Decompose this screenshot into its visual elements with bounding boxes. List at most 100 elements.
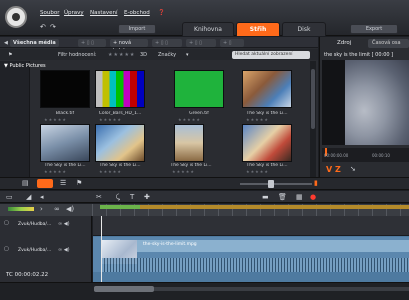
thumb-label: Color_Bars_HD_1... (98, 111, 142, 116)
thumb-green[interactable] (174, 70, 224, 108)
preview-border (322, 60, 345, 145)
unrendered-range (140, 205, 409, 209)
redo-icon[interactable]: ↷ (50, 23, 56, 31)
thumb-label: The Sky is the Li... (246, 163, 288, 168)
magnet-icon[interactable]: ◢ (26, 193, 31, 201)
master-volume-meter[interactable] (8, 207, 34, 211)
clip-label: the-sky-is-the-limit.mpg (143, 242, 197, 247)
track-1-name[interactable]: Zvuk/Hudba/... (18, 222, 51, 227)
search-input[interactable]: Hledat aktuální zobrazení (232, 51, 310, 59)
nav-label: Public Pictures (9, 63, 46, 69)
razor-icon[interactable]: ⤹ (116, 193, 120, 202)
view-mode-button[interactable] (37, 179, 53, 188)
timeline-scroll-thumb[interactable] (94, 286, 154, 292)
library-tab-1[interactable]: + ▯ ▯ (78, 39, 106, 47)
folder-icon[interactable]: ▤ (22, 179, 29, 187)
menu-edit[interactable]: Úpravy (64, 10, 84, 16)
player-timecode-start: 00:00:00.00 (324, 153, 349, 158)
rating-stars[interactable]: ★★★★★ (44, 169, 67, 174)
record-icon[interactable]: ▦ (296, 193, 303, 201)
thumb-label: The Sky is the Li... (170, 163, 212, 168)
storyboard-icon[interactable]: ▬ (262, 193, 269, 201)
filter-3d[interactable]: 3D (140, 52, 147, 58)
library-nav (0, 61, 30, 177)
rating-stars[interactable]: ★★★★★ (246, 169, 269, 174)
app-logo-icon (5, 6, 27, 28)
library-tab-4[interactable]: + ▯ (220, 39, 244, 47)
delete-icon[interactable]: 🗑 (278, 193, 287, 201)
rating-filter[interactable]: ★★★★★ (108, 52, 135, 58)
rating-stars[interactable]: ★★★★★ (246, 117, 269, 122)
track-lock-icon[interactable]: ▢ (4, 220, 9, 226)
rating-stars[interactable]: ★★★★★ (172, 169, 195, 174)
funnel-icon[interactable]: ⚑ (8, 52, 12, 58)
library-tab-collection[interactable]: + nová kolekce (110, 39, 148, 54)
rating-stars[interactable]: ★★★★★ (99, 117, 122, 122)
speaker-icon[interactable]: ◀) (66, 205, 74, 213)
add-icon[interactable]: ✚ (144, 193, 150, 201)
help-icon[interactable]: ❓ (158, 10, 165, 16)
thumb-label: Green.tif (189, 111, 209, 116)
chevron-down-icon[interactable]: ▾ (186, 52, 189, 58)
thumb-black[interactable] (40, 70, 90, 108)
thumb-sky-4[interactable] (174, 124, 204, 162)
tab-library[interactable]: Knihovna (182, 22, 234, 36)
thumb-label: The Sky is the Li... (246, 111, 288, 116)
thumb-sky-1[interactable] (242, 70, 292, 108)
chevron-right-icon[interactable]: › (40, 205, 43, 213)
library-scrollbar[interactable] (310, 61, 316, 177)
filter-label: Filtr hodnocení: (58, 52, 97, 58)
list-view-icon[interactable]: ☰ (60, 179, 66, 187)
title-icon[interactable]: T (130, 193, 134, 201)
video-preview[interactable] (345, 60, 409, 145)
timeline-toolbar (0, 191, 409, 203)
timeline-footer (0, 282, 409, 300)
library-tab-2[interactable]: + ▯ ▯ (152, 39, 182, 47)
track-1-visibility-icon[interactable]: ∞ ◀) (58, 221, 70, 227)
rating-stars[interactable]: ★★★★★ (44, 117, 67, 122)
rendered-range (100, 205, 140, 209)
tab-edit[interactable]: Střih (236, 22, 280, 36)
undo-icon[interactable]: ↶ (40, 23, 46, 31)
tag-icon[interactable]: ⚑ (76, 179, 82, 187)
voiceover-icon[interactable]: ● (310, 193, 316, 201)
playhead-icon[interactable]: ▮ (314, 179, 318, 187)
menu-shop[interactable]: E-obchod (124, 10, 150, 16)
track-lock-icon[interactable]: ▢ (4, 246, 9, 252)
library-tab-all[interactable]: Všechna média (10, 39, 59, 47)
menu-settings[interactable]: Nastavení (90, 10, 118, 16)
clip-title: the sky is the limit [ 00:00 ] (324, 52, 394, 58)
thumb-sky-3[interactable] (95, 124, 145, 162)
audio-waveform[interactable] (101, 258, 409, 272)
link-icon[interactable]: ◂ (40, 193, 44, 201)
thumb-sky-5[interactable] (242, 124, 292, 162)
export-button[interactable]: Export (350, 24, 398, 34)
track-1[interactable] (93, 216, 409, 236)
arrow-icon[interactable]: ➘ (350, 165, 356, 173)
rating-stars[interactable]: ★★★★★ (178, 117, 201, 122)
nav-folder-public-pictures[interactable]: ▼ Public Pictures (4, 63, 46, 69)
rating-stars[interactable]: ★★★★★ (99, 169, 122, 174)
track-2-name[interactable]: Zvuk/Hudba/... (18, 248, 51, 253)
collapse-icon[interactable]: ◀ (4, 40, 8, 46)
import-button[interactable]: Import (118, 24, 156, 34)
thumb-label: Black.tif (55, 111, 75, 116)
source-button[interactable]: Zdroj (337, 40, 351, 46)
timeline-preview-button[interactable]: Časová osa (368, 39, 409, 48)
timeline-settings-icon[interactable]: ▭ (6, 193, 13, 201)
thumbnail-size-knob[interactable] (268, 180, 274, 188)
thumb-color-bars[interactable] (95, 70, 145, 108)
in-out-marks[interactable]: V Z (326, 165, 341, 174)
split-icon[interactable]: ✂ (96, 193, 102, 201)
thumb-label: The Sky is the Li... (99, 163, 141, 168)
track-2-visibility-icon[interactable]: ∞ ◀) (58, 247, 70, 253)
thumb-label: The Sky is the Li... (44, 163, 86, 168)
thumbnail-size-slider[interactable] (240, 183, 312, 185)
filter-tags[interactable]: Značky (158, 52, 176, 58)
thumb-sky-2[interactable] (40, 124, 90, 162)
menu-file[interactable]: Soubor (40, 10, 59, 16)
tab-disc[interactable]: Disk (282, 22, 326, 36)
link-chain-icon[interactable]: ∞ (54, 205, 60, 213)
timeline-playhead[interactable] (101, 216, 102, 282)
library-tab-3[interactable]: + ▯ ▯ (186, 39, 216, 47)
